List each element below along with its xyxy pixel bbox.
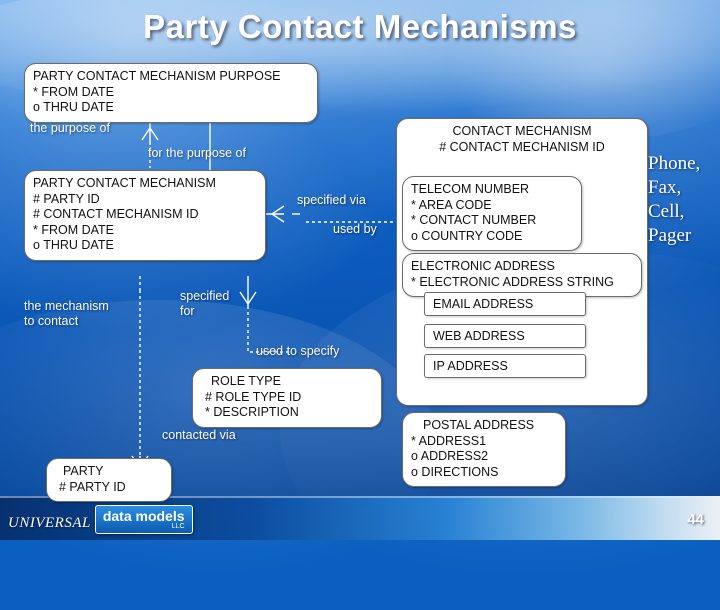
label-for-the-purpose-of: for the purpose of xyxy=(148,146,246,160)
subtype-web-address[interactable]: WEB ADDRESS xyxy=(424,324,586,348)
entity-attribute: o DIRECTIONS xyxy=(411,464,499,479)
entity-attribute: # PARTY ID xyxy=(59,479,126,494)
data-models-logo: data models LLC xyxy=(94,505,193,534)
entity-title: ROLE TYPE xyxy=(211,374,281,388)
note-line: Pager xyxy=(648,225,692,246)
entity-attribute: * AREA CODE xyxy=(411,197,492,212)
brand-logo: UNIVERSAL data models LLC xyxy=(8,505,193,534)
entity-attribute: * CONTACT NUMBER xyxy=(411,213,537,227)
label-the-mechanism-to-contact: the mechanism to contact xyxy=(24,299,109,328)
page-number: 44 xyxy=(687,511,704,528)
entity-attribute: * DESCRIPTION xyxy=(205,405,299,419)
entity-party[interactable]: PARTY # PARTY ID xyxy=(46,458,172,502)
label-specified-via: specified via xyxy=(297,193,366,207)
entity-attribute: # ROLE TYPE ID xyxy=(205,389,302,404)
entity-attribute: # PARTY ID xyxy=(33,191,100,206)
entity-attribute: o COUNTRY CODE xyxy=(411,228,523,243)
entity-attribute: o THRU DATE xyxy=(33,238,114,252)
entity-title: ELECTRONIC ADDRESS xyxy=(411,259,555,273)
entity-title: TELECOM NUMBER xyxy=(411,182,530,196)
entity-title: POSTAL ADDRESS xyxy=(423,418,535,432)
entity-attribute: o THRU DATE xyxy=(33,100,114,114)
subtype-email-address[interactable]: EMAIL ADDRESS xyxy=(424,292,586,316)
entity-title: PARTY xyxy=(63,464,104,478)
label-contacted-via: contacted via xyxy=(162,428,236,442)
label-specified-for: specified for xyxy=(180,289,230,318)
entity-role-type[interactable]: ROLE TYPE # ROLE TYPE ID * DESCRIPTION xyxy=(192,368,382,428)
entity-electronic-address[interactable]: ELECTRONIC ADDRESS * ELECTRONIC ADDRESS … xyxy=(402,253,642,297)
data-models-logo-suffix: LLC xyxy=(171,523,185,530)
entity-party-contact-mechanism-purpose[interactable]: PARTY CONTACT MECHANISM PURPOSE * FROM D… xyxy=(24,63,318,123)
entity-title: CONTACT MECHANISM xyxy=(452,124,592,138)
entity-attribute: * FROM DATE xyxy=(33,222,115,237)
data-models-logo-text: data models xyxy=(102,508,185,524)
subtype-ip-address[interactable]: IP ADDRESS xyxy=(424,354,586,378)
entity-telecom-number[interactable]: TELECOM NUMBER * AREA CODE * CONTACT NUM… xyxy=(402,176,582,251)
entity-attribute: # CONTACT MECHANISM ID xyxy=(33,207,199,221)
note-line: Phone, xyxy=(648,153,701,174)
entity-attribute: # CONTACT MECHANISM ID xyxy=(439,139,605,154)
note-line: Fax, xyxy=(648,177,682,198)
telecom-examples-note: Phone, Fax, Cell, Pager xyxy=(648,152,700,248)
label-used-to-specify: used to specify xyxy=(256,344,340,358)
entity-attribute: o ADDRESS2 xyxy=(411,449,489,463)
entity-attribute: * FROM DATE xyxy=(33,84,115,99)
entity-party-contact-mechanism[interactable]: PARTY CONTACT MECHANISM # PARTY ID # CON… xyxy=(24,170,266,261)
label-the-purpose-of: the purpose of xyxy=(30,121,110,135)
entity-postal-address[interactable]: POSTAL ADDRESS * ADDRESS1 o ADDRESS2 o D… xyxy=(402,412,566,487)
entity-attribute: * ADDRESS1 xyxy=(411,433,487,448)
universal-wordmark: UNIVERSAL xyxy=(8,515,91,531)
label-used-by: used by xyxy=(333,222,377,236)
note-line: Cell, xyxy=(648,201,685,222)
entity-title: PARTY CONTACT MECHANISM PURPOSE xyxy=(33,69,281,83)
entity-title: PARTY CONTACT MECHANISM xyxy=(33,176,216,190)
entity-attribute: * ELECTRONIC ADDRESS STRING xyxy=(411,274,614,289)
